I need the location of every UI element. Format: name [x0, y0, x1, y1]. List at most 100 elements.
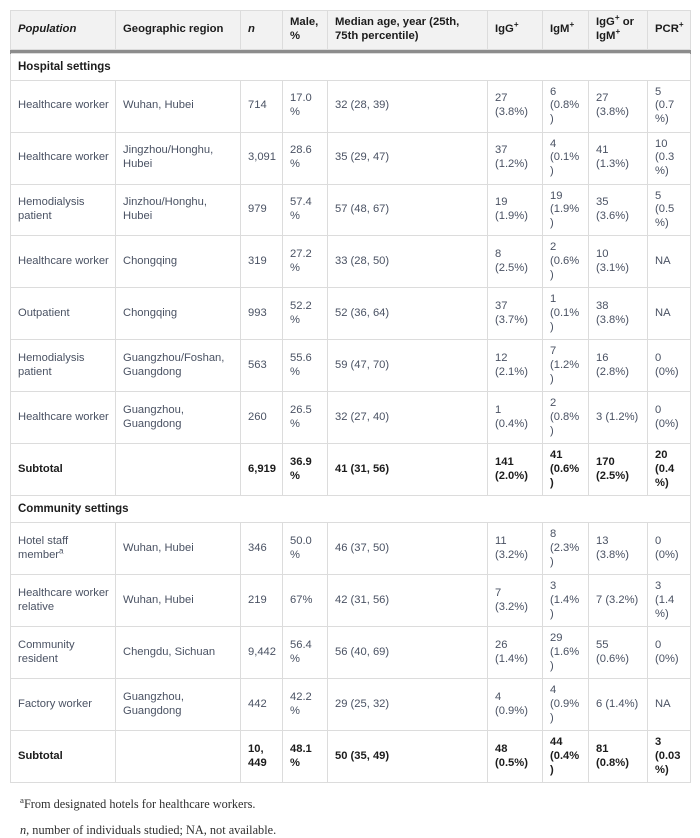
cell-igg: 27 (3.8%): [487, 79, 543, 133]
cell-age: 52 (36, 64): [327, 287, 488, 341]
cell-pcr: 5 (0.5%): [647, 183, 691, 237]
column-header-region: Geographic region: [115, 10, 241, 50]
cell-igm: 3 (1.4%): [542, 574, 589, 628]
plus-superscript-both-igm: +: [615, 27, 621, 37]
cell-region: [115, 730, 241, 784]
cell-both: 6 (1.4%): [588, 678, 648, 732]
cell-igm: 7 (1.2%): [542, 339, 589, 393]
cell-igg: 7 (3.2%): [487, 574, 543, 628]
table-body: Hospital settings Healthcare worker Wuhan,…: [10, 52, 691, 784]
cell-population: Subtotal: [10, 730, 116, 784]
cell-igm: 41 (0.6%): [542, 443, 589, 497]
cell-male: 27.2%: [282, 235, 328, 289]
cell-both: 38 (3.8%): [588, 287, 648, 341]
table-page: Population Geographic region n Male, % M…: [0, 0, 700, 837]
cell-population: Hemodialysis patient: [10, 183, 116, 237]
section-title: Hospital settings: [10, 52, 691, 81]
cell-male: 57.4%: [282, 183, 328, 237]
cell-igg: 12 (2.1%): [487, 339, 543, 393]
cell-male: 50.0%: [282, 522, 328, 576]
cell-pcr: 5 (0.7%): [647, 79, 691, 133]
cell-igg: 1 (0.4%): [487, 391, 543, 445]
cell-pcr: 10 (0.3%): [647, 131, 691, 185]
cell-region: Guangzhou, Guangdong: [115, 391, 241, 445]
cell-region: [115, 443, 241, 497]
cell-igm: 4 (0.1%): [542, 131, 589, 185]
cell-igm: 8 (2.3%): [542, 522, 589, 576]
cell-igm: 29 (1.6%): [542, 626, 589, 680]
cell-n: 10, 449: [240, 730, 283, 784]
cell-n: 346: [240, 522, 283, 576]
table-row: Hemodialysis patient Jinzhou/Honghu, Hube…: [10, 183, 691, 237]
table-row: Community resident Chengdu, Sichuan 9,442 5…: [10, 626, 691, 680]
table-row: Hotel staff membera Wuhan, Hubei 346 50.0% 4…: [10, 522, 691, 576]
cell-male: 48.1%: [282, 730, 328, 784]
cell-male: 55.6%: [282, 339, 328, 393]
cell-igm: 4 (0.9%): [542, 678, 589, 732]
cell-age: 46 (37, 50): [327, 522, 488, 576]
column-header-igg: IgG+: [487, 10, 543, 50]
cell-pcr: 0 (0%): [647, 339, 691, 393]
cell-both: 170 (2.5%): [588, 443, 648, 497]
cell-n: 219: [240, 574, 283, 628]
cell-age: 50 (35, 49): [327, 730, 488, 784]
seroprevalence-table: Population Geographic region n Male, % M…: [10, 10, 691, 784]
cell-igg: 141 (2.0%): [487, 443, 543, 497]
cell-pcr: 20 (0.4%): [647, 443, 691, 497]
cell-population: Healthcare worker: [10, 391, 116, 445]
cell-both: 3 (1.2%): [588, 391, 648, 445]
cell-age: 56 (40, 69): [327, 626, 488, 680]
cell-region: Chongqing: [115, 235, 241, 289]
cell-igm: 2 (0.8%): [542, 391, 589, 445]
cell-male: 28.6%: [282, 131, 328, 185]
cell-age: 57 (48, 67): [327, 183, 488, 237]
table-row: Healthcare worker Guangzhou, Guangdong 260…: [10, 391, 691, 445]
cell-both: 27 (3.8%): [588, 79, 648, 133]
column-header-pcr: PCR+: [647, 10, 691, 50]
table-row: Outpatient Chongqing 993 52.2% 52 (36, 64) 37…: [10, 287, 691, 341]
table-row: Factory worker Guangzhou, Guangdong 442 42.…: [10, 678, 691, 732]
cell-igg: 4 (0.9%): [487, 678, 543, 732]
cell-region: Chongqing: [115, 287, 241, 341]
cell-age: 32 (28, 39): [327, 79, 488, 133]
column-header-igg-or-igm: IgG+ or IgM+: [588, 10, 648, 50]
table-header: Population Geographic region n Male, % M…: [10, 10, 691, 54]
cell-n: 442: [240, 678, 283, 732]
cell-both: 13 (3.8%): [588, 522, 648, 576]
cell-igm: 19 (1.9%): [542, 183, 589, 237]
cell-region: Jingzhou/Honghu, Hubei: [115, 131, 241, 185]
cell-population: Community resident: [10, 626, 116, 680]
cell-population: Healthcare worker: [10, 235, 116, 289]
cell-region: Chengdu, Sichuan: [115, 626, 241, 680]
column-header-age: Median age, year (25th, 75th percentile): [327, 10, 488, 50]
column-header-age-label: Median age, year (25th, 75th percentile): [335, 16, 460, 42]
cell-population: Healthcare worker: [10, 79, 116, 133]
column-header-population: Population: [10, 10, 116, 50]
cell-both: 41 (1.3%): [588, 131, 648, 185]
section-header-row: Community settings: [10, 495, 691, 524]
cell-population-superscript: a: [59, 546, 64, 556]
cell-population: Hotel staff membera: [10, 522, 116, 576]
cell-n: 979: [240, 183, 283, 237]
cell-n: 6,919: [240, 443, 283, 497]
cell-male: 42.2%: [282, 678, 328, 732]
column-header-n: n: [240, 10, 283, 50]
table-row: Healthcare worker relative Wuhan, Hubei 21…: [10, 574, 691, 628]
cell-male: 26.5%: [282, 391, 328, 445]
footnote-abbreviations: n, number of individuals studied; NA, no…: [20, 823, 690, 838]
cell-n: 993: [240, 287, 283, 341]
column-header-male-label: Male, %: [290, 16, 319, 42]
cell-age: 35 (29, 47): [327, 131, 488, 185]
table-row: Healthcare worker Wuhan, Hubei 714 17.0% 32 …: [10, 79, 691, 133]
plus-superscript-both-igg: +: [614, 13, 620, 23]
cell-population: Outpatient: [10, 287, 116, 341]
cell-pcr: 3 (0.03%): [647, 730, 691, 784]
cell-igg: 26 (1.4%): [487, 626, 543, 680]
subtotal-row: Subtotal 10, 449 48.1% 50 (35, 49) 48 (0.5%)…: [10, 730, 691, 784]
cell-male: 67%: [282, 574, 328, 628]
table-row: Healthcare worker Jingzhou/Honghu, Hubei 3…: [10, 131, 691, 185]
cell-igm: 1 (0.1%): [542, 287, 589, 341]
cell-male: 36.9%: [282, 443, 328, 497]
cell-region: Wuhan, Hubei: [115, 574, 241, 628]
column-header-male: Male, %: [282, 10, 328, 50]
